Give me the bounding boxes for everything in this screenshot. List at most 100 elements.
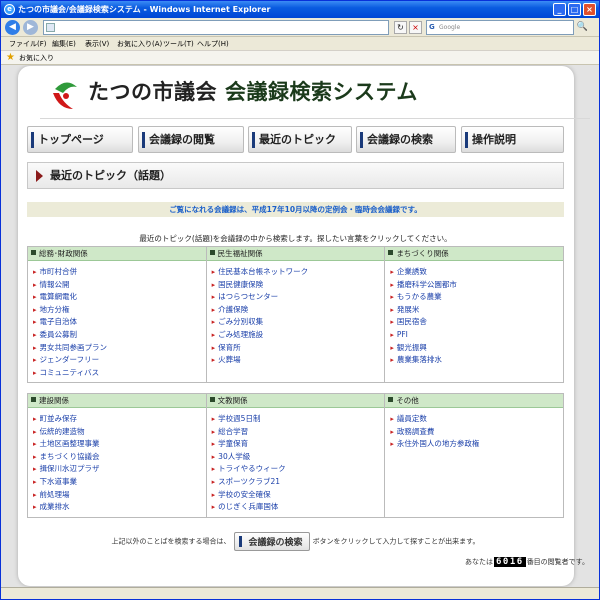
topic-list: ▸ 市町村合併 ▸ 情報公開 ▸ 電算網電化 ▸ 地方分権 ▸ 電子自治体 ▸ 委員公募制 ▸ 男女共同参…: [28, 261, 206, 381]
topic-link[interactable]: ▸ 町並み保存: [33, 413, 206, 426]
topic-link[interactable]: ▸ まちづくり協議会: [33, 451, 206, 464]
header-divider: [40, 118, 590, 119]
menu-view[interactable]: 表示(V): [85, 39, 109, 49]
nav-search-records[interactable]: 会議録の検索: [356, 126, 456, 153]
topic-list: ▸ 学校週5日制 ▸ 総合学習 ▸ 学童保育 ▸ 30人学級 ▸ トライやるウィーク ▸ スポーツクラ…: [207, 408, 385, 516]
topic-link[interactable]: ▸ 播磨科学公園都市: [390, 279, 563, 292]
nav-bar-mark: [238, 536, 242, 547]
menu-tools[interactable]: ツール(T): [163, 39, 194, 49]
bullet-icon: ▸: [211, 503, 216, 512]
topic-link[interactable]: ▸ 学童保育: [212, 438, 385, 451]
topic-link[interactable]: ▸ 学校週5日制: [212, 413, 385, 426]
topic-link[interactable]: ▸ 土地区画整理事業: [33, 438, 206, 451]
address-toolbar: ◀ ▶ ↻ × G Google 🔍: [1, 18, 599, 37]
topic-link[interactable]: ▸ 住民基本台帳ネットワーク: [212, 266, 385, 279]
notice-banner: ご覧になれる会議録は、平成17年10月以降の定例会・臨時会会議録です。: [27, 202, 564, 217]
topic-link[interactable]: ▸ 観光振興: [390, 342, 563, 355]
bullet-icon: ▸: [390, 305, 394, 314]
topic-link[interactable]: ▸ ごみ分別収集: [212, 316, 385, 329]
search-input[interactable]: G Google: [426, 20, 574, 35]
nav-browse-records[interactable]: 会議録の閲覧: [138, 126, 244, 153]
topic-link[interactable]: ▸ 伝統的建造物: [33, 426, 206, 439]
back-button[interactable]: ◀: [5, 20, 20, 35]
category-title: まちづくり関係: [385, 247, 563, 261]
topic-link[interactable]: ▸ 情報公開: [33, 279, 206, 292]
topic-link[interactable]: ▸ 前処理場: [33, 489, 206, 502]
menu-help[interactable]: ヘルプ(H): [197, 39, 229, 49]
address-bar[interactable]: [43, 20, 389, 35]
topic-link[interactable]: ▸ 介護保険: [212, 304, 385, 317]
topic-link[interactable]: ▸ 成業排水: [33, 501, 206, 514]
bullet-icon: ▸: [33, 330, 37, 339]
category-title: 民生福祉関係: [206, 247, 385, 261]
bullet-icon: ▸: [211, 440, 216, 449]
topic-link[interactable]: ▸ 国民宿舎: [390, 316, 563, 329]
category-table-1: 総務･財政関係 ▸ 市町村合併 ▸ 情報公開 ▸ 電算網電化 ▸ 地方分権 ▸ 電子自治体 ▸ 委員公募…: [27, 246, 564, 383]
refresh-icon[interactable]: ↻: [394, 21, 407, 34]
site-title: たつの市議会 会議録検索システム: [88, 76, 418, 106]
category-cell: 文教関係 ▸ 学校週5日制 ▸ 総合学習 ▸ 学童保育 ▸ 30人学級 ▸ トライやるウィーク ▸ スポ…: [205, 393, 386, 518]
topic-link[interactable]: ▸ 男女共同参画プラン: [33, 342, 206, 355]
page-content: たつの市議会 会議録検索システム トップページ 会議録の閲覧 最近のトピック 会議…: [1, 65, 599, 587]
topic-link[interactable]: ▸ 学校の安全確保: [212, 489, 385, 502]
search-records-button[interactable]: 会議録の検索: [233, 532, 310, 551]
category-cell: まちづくり関係 ▸ 企業誘致 ▸ 播磨科学公園都市 ▸ もうかる農業 ▸ 発展米 ▸ 国民宿舎 ▸ PF…: [384, 246, 564, 383]
menu-favorites[interactable]: お気に入り(A): [117, 39, 162, 49]
square-bullet-icon: [209, 397, 215, 402]
topic-link[interactable]: ▸ 永住外国人の地方参政権: [390, 438, 563, 451]
topic-link[interactable]: ▸ 電算網電化: [33, 291, 206, 304]
bullet-icon: ▸: [390, 427, 394, 436]
forward-button[interactable]: ▶: [23, 20, 38, 35]
nav-help[interactable]: 操作説明: [461, 126, 564, 153]
topic-link[interactable]: ▸ 下水道事業: [33, 476, 206, 489]
title-bar[interactable]: e たつの市議会/会議録検索システム - Windows Internet Ex…: [1, 1, 599, 18]
topic-link[interactable]: ▸ PFI: [390, 329, 563, 342]
search-go-icon[interactable]: 🔍: [576, 21, 589, 34]
topic-link[interactable]: ▸ スポーツクラブ21: [212, 476, 385, 489]
topic-link[interactable]: ▸ 地方分権: [33, 304, 206, 317]
category-cell: 建設関係 ▸ 町並み保存 ▸ 伝統的建造物 ▸ 土地区画整理事業 ▸ まちづくり協議会 ▸ 揖保川水…: [27, 393, 207, 518]
maximize-button[interactable]: □: [568, 3, 581, 16]
browser-window: e たつの市議会/会議録検索システム - Windows Internet Ex…: [0, 0, 600, 600]
topic-link[interactable]: ▸ 農業集落排水: [390, 354, 563, 367]
bullet-icon: ▸: [33, 427, 37, 436]
topic-link[interactable]: ▸ 電子自治体: [33, 316, 206, 329]
bullet-icon: ▸: [390, 415, 394, 423]
topic-link[interactable]: ▸ もうかる農業: [390, 291, 563, 304]
topic-link[interactable]: ▸ コミュニティバス: [33, 367, 206, 380]
city-emblem-icon: [53, 82, 77, 109]
minimize-button[interactable]: _: [553, 3, 566, 16]
square-bullet-icon: [209, 250, 215, 255]
menu-file[interactable]: ファイル(F): [9, 39, 47, 49]
topic-link[interactable]: ▸ トライやるウィーク: [212, 463, 385, 476]
bullet-icon: ▸: [33, 503, 37, 512]
topic-link[interactable]: ▸ 市町村合併: [33, 266, 206, 279]
topic-link[interactable]: ▸ 保育所: [212, 342, 385, 355]
stop-icon[interactable]: ×: [409, 21, 422, 34]
bullet-icon: ▸: [211, 356, 216, 365]
topic-link[interactable]: ▸ 企業誘致: [390, 266, 563, 279]
topic-link[interactable]: ▸ 政務調査費: [390, 426, 563, 439]
topic-link[interactable]: ▸ はつらつセンター: [212, 291, 385, 304]
topic-link[interactable]: ▸ のじぎく兵庫国体: [212, 501, 385, 514]
bullet-icon: ▸: [390, 356, 394, 365]
category-cell: 総務･財政関係 ▸ 市町村合併 ▸ 情報公開 ▸ 電算網電化 ▸ 地方分権 ▸ 電子自治体 ▸ 委員公募…: [27, 246, 207, 383]
topic-link[interactable]: ▸ ジェンダーフリー: [33, 354, 206, 367]
topic-link[interactable]: ▸ 国民健康保険: [212, 279, 385, 292]
bullet-icon: ▸: [33, 318, 37, 327]
topic-link[interactable]: ▸ ごみ処理施設: [212, 329, 385, 342]
topic-link[interactable]: ▸ 火葬場: [212, 354, 385, 367]
menu-edit[interactable]: 編集(E): [52, 39, 76, 49]
topic-link[interactable]: ▸ 揖保川水辺プラザ: [33, 463, 206, 476]
topic-link[interactable]: ▸ 議員定数: [390, 413, 563, 426]
topic-link[interactable]: ▸ 発展米: [390, 304, 563, 317]
topic-link[interactable]: ▸ 総合学習: [212, 426, 385, 439]
close-button[interactable]: ×: [583, 3, 596, 16]
nav-recent-topics[interactable]: 最近のトピック: [248, 126, 352, 153]
nav-top-page[interactable]: トップページ: [27, 126, 133, 153]
topic-link[interactable]: ▸ 委員公募制: [33, 329, 206, 342]
favorites-link[interactable]: お気に入り: [19, 53, 54, 63]
topic-link[interactable]: ▸ 30人学級: [212, 451, 385, 464]
bullet-icon: ▸: [211, 343, 216, 352]
star-icon[interactable]: ★: [6, 52, 15, 64]
